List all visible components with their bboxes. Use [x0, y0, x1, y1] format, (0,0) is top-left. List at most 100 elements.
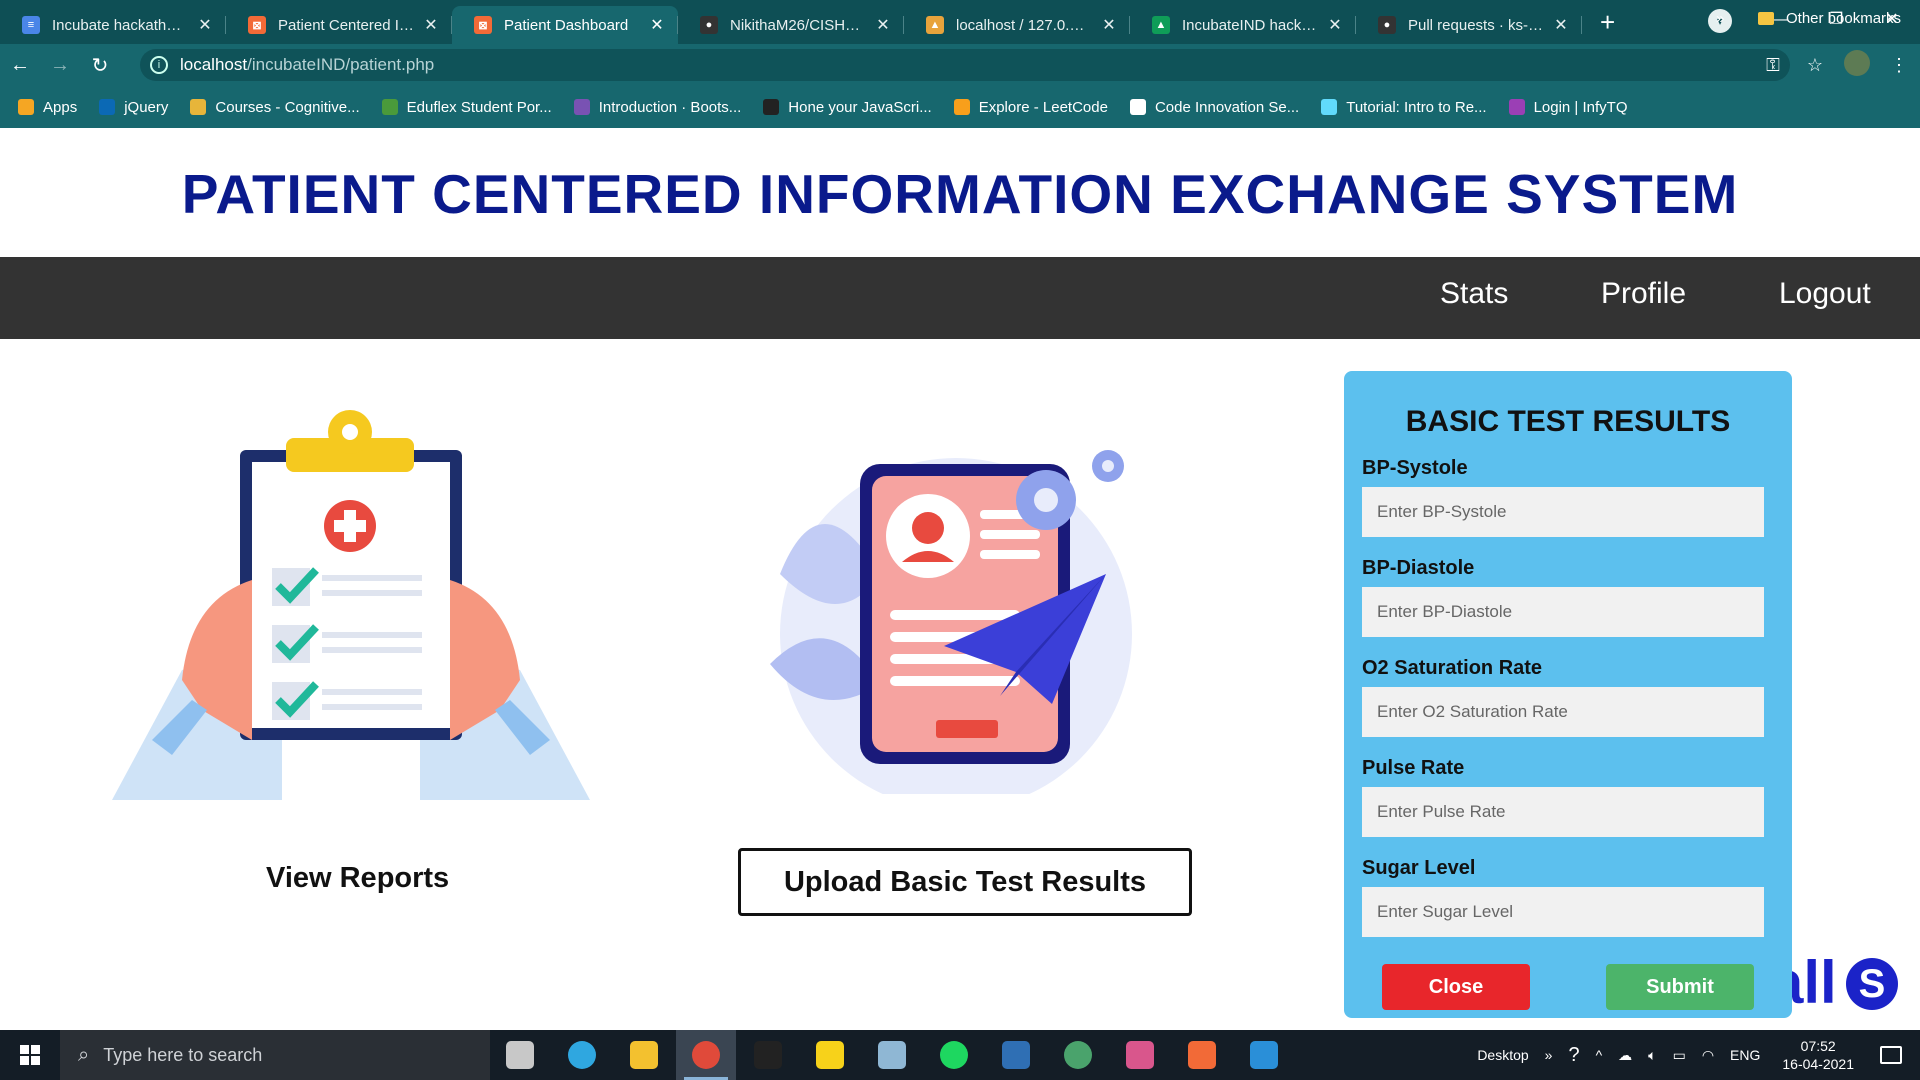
nav-logout-link[interactable]: Logout: [1779, 277, 1871, 311]
field-input[interactable]: [1362, 687, 1764, 737]
close-button[interactable]: Close: [1382, 964, 1530, 1010]
browser-tab[interactable]: ▲ IncubateIND hackathon ✕: [1130, 6, 1356, 44]
bookmark-item[interactable]: Explore - LeetCode: [953, 99, 1108, 116]
bookmarks-overflow-icon[interactable]: »: [1716, 10, 1724, 27]
address-bar-row: ← → ↻ i localhost/incubateIND/patient.ph…: [0, 44, 1920, 86]
tab-favicon-icon: ≡: [22, 16, 40, 34]
tab-close-icon[interactable]: ✕: [1100, 15, 1118, 35]
taskbar-app-snip-tool[interactable]: [1110, 1030, 1170, 1080]
tab-close-icon[interactable]: ✕: [648, 15, 666, 35]
taskbar-app-xampp[interactable]: [1172, 1030, 1232, 1080]
browser-tab[interactable]: ● Pull requests · ks-institute ✕: [1356, 6, 1582, 44]
taskbar-app-app-globe[interactable]: [1048, 1030, 1108, 1080]
reload-icon[interactable]: ↻: [80, 53, 120, 78]
bookmark-star-icon[interactable]: ☆: [1794, 55, 1836, 76]
taskbar-app-sticky-notes[interactable]: [800, 1030, 860, 1080]
notifications-icon[interactable]: [1880, 1046, 1902, 1064]
wifi-icon[interactable]: ◠: [1702, 1047, 1714, 1064]
browser-tab[interactable]: ● NikithaM26/CISHack-IncubateIND ✕: [678, 6, 904, 44]
browser-tab[interactable]: ≡ Incubate hackathon - Google Docs ✕: [0, 6, 226, 44]
windows-start-button[interactable]: [0, 1030, 60, 1080]
field-input[interactable]: [1362, 887, 1764, 937]
tab-close-icon[interactable]: ✕: [1326, 15, 1344, 35]
taskbar-app-spotify[interactable]: [924, 1030, 984, 1080]
tab-favicon-icon: ▲: [1152, 16, 1170, 34]
taskbar-app-vscode[interactable]: [1234, 1030, 1294, 1080]
upload-document-illustration-icon: [770, 450, 1132, 810]
bookmark-item[interactable]: Code Innovation Se...: [1129, 98, 1300, 116]
vscode-icon: [1250, 1041, 1278, 1069]
tab-close-icon[interactable]: ✕: [874, 15, 892, 35]
field-input[interactable]: [1362, 487, 1764, 537]
skype-icon[interactable]: S: [1846, 958, 1898, 1010]
bookmark-item[interactable]: Apps: [18, 99, 77, 116]
forward-icon[interactable]: →: [40, 54, 80, 77]
bookmark-item[interactable]: Tutorial: Intro to Re...: [1321, 99, 1487, 116]
site-info-icon[interactable]: i: [150, 56, 168, 74]
nav-stats-link[interactable]: Stats: [1440, 277, 1508, 311]
desktop-toolbar-label[interactable]: Desktop: [1477, 1047, 1528, 1063]
taskbar-app-file-explorer[interactable]: [614, 1030, 674, 1080]
tab-favicon-icon: ▲: [926, 16, 944, 34]
field-input[interactable]: [1362, 587, 1764, 637]
field-input[interactable]: [1362, 787, 1764, 837]
taskbar-app-edge[interactable]: [552, 1030, 612, 1080]
browser-tab[interactable]: ⊠ Patient Dashboard ✕: [452, 6, 678, 44]
field-label: O2 Saturation Rate: [1362, 657, 1543, 679]
bookmark-item[interactable]: Eduflex Student Por...: [381, 99, 552, 116]
browser-tab[interactable]: ▲ localhost / 127.0.0.1 / incubateind ✕: [904, 6, 1130, 44]
taskbar-app-task-view[interactable]: [490, 1030, 550, 1080]
key-icon[interactable]: ⚿: [1752, 55, 1794, 76]
notepad-icon: [878, 1041, 906, 1069]
profile-avatar[interactable]: [1836, 49, 1878, 81]
app-globe-icon: [1064, 1041, 1092, 1069]
bookmark-item[interactable]: Introduction · Boots...: [573, 99, 741, 116]
tab-title: NikithaM26/CISHack-IncubateIND: [730, 16, 866, 34]
menu-kebab-icon[interactable]: ⋮: [1878, 55, 1920, 76]
volume-icon[interactable]: 🔈︎: [1648, 1047, 1656, 1064]
url-field[interactable]: i localhost/incubateIND/patient.php: [140, 49, 1790, 81]
other-bookmarks[interactable]: Other bookmarks: [1758, 10, 1901, 27]
battery-icon[interactable]: ▭: [1673, 1047, 1686, 1064]
bookmarks-bar: Apps jQuery Courses - Cognitive... Eduflex …: [0, 86, 1920, 128]
folder-icon: [1758, 12, 1774, 25]
bookmark-item[interactable]: Courses - Cognitive...: [190, 99, 360, 116]
nav-profile-link[interactable]: Profile: [1601, 277, 1686, 311]
view-reports-illustration[interactable]: [112, 410, 590, 810]
tab-title: Incubate hackathon - Google Docs: [52, 16, 188, 34]
site-title: PATIENT CENTERED INFORMATION EXCHANGE SY…: [181, 162, 1739, 225]
upload-illustration[interactable]: [760, 434, 1140, 810]
bookmark-item[interactable]: jQuery: [99, 99, 168, 116]
taskbar-app-app-dark[interactable]: [986, 1030, 1046, 1080]
taskbar-app-notepad[interactable]: [862, 1030, 922, 1080]
bookmark-item[interactable]: Hone your JavaScri...: [763, 99, 932, 116]
windows-taskbar: ⌕ Type here to search Desktop » ? ^ ☁ 🔈︎…: [0, 1030, 1920, 1080]
bookmark-label: Apps: [43, 98, 78, 116]
view-reports-label[interactable]: View Reports: [266, 862, 449, 895]
back-icon[interactable]: ←: [0, 54, 40, 77]
toolbar-expand-icon[interactable]: »: [1545, 1047, 1553, 1063]
tab-separator: [1581, 16, 1582, 34]
task-view-icon: [506, 1041, 534, 1069]
windows-logo-icon: [20, 1045, 40, 1065]
taskbar-search-input[interactable]: ⌕ Type here to search: [60, 1030, 490, 1080]
spotify-icon: [940, 1041, 968, 1069]
taskbar-app-terminal[interactable]: [738, 1030, 798, 1080]
show-hidden-icons-icon[interactable]: ^: [1596, 1047, 1603, 1063]
tab-close-icon[interactable]: ✕: [196, 15, 214, 35]
new-tab-button[interactable]: +: [1600, 7, 1615, 38]
taskbar-app-chrome[interactable]: [676, 1030, 736, 1080]
tab-close-icon[interactable]: ✕: [422, 15, 440, 35]
clock[interactable]: 07:52 16-04-2021: [1782, 1037, 1854, 1073]
browser-tab[interactable]: ⊠ Patient Centered Information ✕: [226, 6, 452, 44]
bookmark-item[interactable]: Login | InfyTQ: [1508, 99, 1628, 116]
browser-tab-strip: ≡ Incubate hackathon - Google Docs ✕ ⊠ Patie…: [0, 0, 1920, 44]
help-icon[interactable]: ?: [1568, 1044, 1579, 1067]
bookmark-label: Code Innovation Se...: [1154, 98, 1300, 116]
upload-basic-test-results-button[interactable]: Upload Basic Test Results: [738, 848, 1192, 916]
url-host: localhost: [180, 55, 248, 74]
onedrive-icon[interactable]: ☁: [1618, 1047, 1632, 1064]
submit-button[interactable]: Submit: [1606, 964, 1754, 1010]
tab-close-icon[interactable]: ✕: [1552, 15, 1570, 35]
language-indicator[interactable]: ENG: [1730, 1047, 1760, 1063]
